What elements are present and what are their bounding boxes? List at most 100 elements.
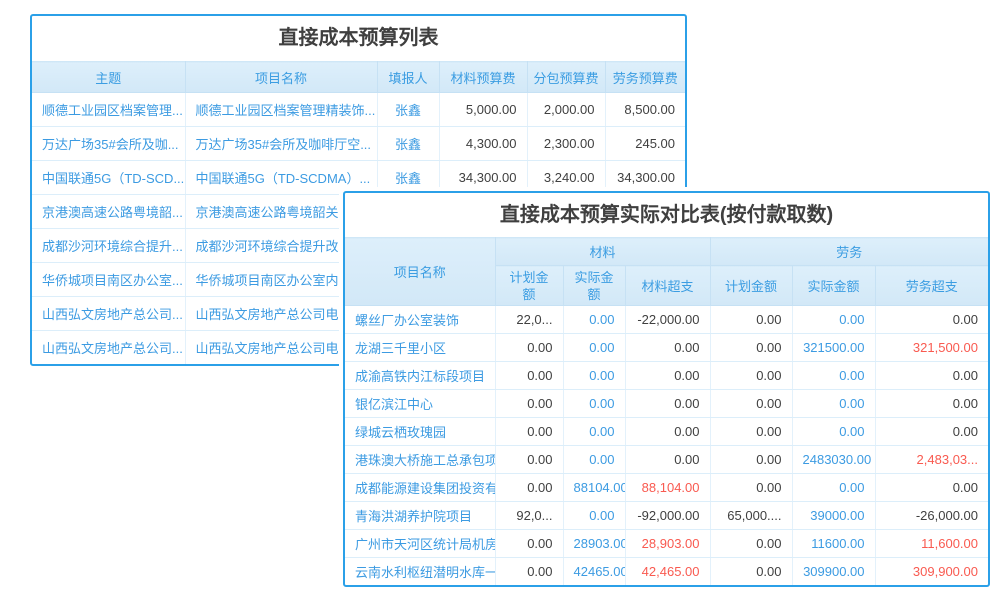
labor-actual-link[interactable]: 0.00 [792, 306, 875, 334]
material-plan-cell: 22,0... [495, 306, 563, 334]
group-header-labor: 劳务 [710, 238, 988, 266]
labor-over-cell: 309,900.00 [875, 558, 988, 586]
table-row: 广州市天河区统计局机房改造 0.00 28903.00 28,903.00 0.… [345, 530, 988, 558]
subject-link[interactable]: 华侨城项目南区办公室... [32, 263, 185, 297]
col-header-material-budget: 材料预算费 [439, 62, 527, 93]
table-row: 中国联通5G（TD-SCD... 中国联通5G（TD-SCDMA）... 张鑫 … [32, 161, 685, 195]
material-over-cell: -22,000.00 [625, 306, 710, 334]
labor-plan-cell: 65,000.... [710, 502, 792, 530]
labor-actual-link[interactable]: 0.00 [792, 474, 875, 502]
material-actual-link[interactable]: 0.00 [563, 418, 625, 446]
project-link[interactable]: 螺丝厂办公室装饰 [345, 306, 495, 334]
material-actual-link[interactable]: 42465.00 [563, 558, 625, 586]
table-row: 绿城云栖玫瑰园 0.00 0.00 0.00 0.00 0.00 0.00 [345, 418, 988, 446]
subject-link[interactable]: 山西弘文房地产总公司... [32, 331, 185, 365]
project-link[interactable]: 港珠澳大桥施工总承包项目 [345, 446, 495, 474]
labor-actual-link[interactable]: 309900.00 [792, 558, 875, 586]
labor-actual-link[interactable]: 321500.00 [792, 334, 875, 362]
col-header-material-actual: 实际金额 [563, 266, 625, 306]
budget-list-header-row: 主题 项目名称 填报人 材料预算费 分包预算费 劳务预算费 [32, 62, 685, 93]
material-actual-link[interactable]: 0.00 [563, 362, 625, 390]
labor-over-cell: 0.00 [875, 474, 988, 502]
material-plan-cell: 0.00 [495, 530, 563, 558]
material-over-cell: 28,903.00 [625, 530, 710, 558]
col-header-subject: 主题 [32, 62, 185, 93]
labor-over-cell: 0.00 [875, 362, 988, 390]
project-link[interactable]: 云南水利枢纽潜明水库一期工程 [345, 558, 495, 586]
material-actual-link[interactable]: 0.00 [563, 306, 625, 334]
labor-actual-link[interactable]: 2483030.00 [792, 446, 875, 474]
reporter-link[interactable]: 张鑫 [377, 93, 439, 127]
reporter-link[interactable]: 张鑫 [377, 161, 439, 195]
subcontract-budget-cell: 2,000.00 [527, 93, 605, 127]
col-header-labor-budget: 劳务预算费 [605, 62, 685, 93]
project-link[interactable]: 青海洪湖养护院项目 [345, 502, 495, 530]
material-over-cell: 42,465.00 [625, 558, 710, 586]
material-actual-link[interactable]: 28903.00 [563, 530, 625, 558]
material-over-cell: 0.00 [625, 390, 710, 418]
labor-over-cell: 2,483,03... [875, 446, 988, 474]
material-over-cell: 0.00 [625, 362, 710, 390]
table-row: 万达广场35#会所及咖... 万达广场35#会所及咖啡厅空... 张鑫 4,30… [32, 127, 685, 161]
material-plan-cell: 0.00 [495, 390, 563, 418]
project-link[interactable]: 银亿滨江中心 [345, 390, 495, 418]
labor-budget-cell: 245.00 [605, 127, 685, 161]
material-over-cell: 88,104.00 [625, 474, 710, 502]
material-budget-cell: 5,000.00 [439, 93, 527, 127]
material-actual-link[interactable]: 0.00 [563, 390, 625, 418]
budget-actual-compare-table: 项目名称 材料 劳务 计划金额 实际金额 材料超支 计划金额 实际金额 劳务超支… [345, 237, 988, 585]
labor-plan-cell: 0.00 [710, 446, 792, 474]
subject-link[interactable]: 万达广场35#会所及咖... [32, 127, 185, 161]
material-plan-cell: 0.00 [495, 362, 563, 390]
labor-over-cell: 0.00 [875, 418, 988, 446]
subject-link[interactable]: 京港澳高速公路粤境韶... [32, 195, 185, 229]
project-link[interactable]: 顺德工业园区档案管理精装饰... [185, 93, 377, 127]
project-link[interactable]: 广州市天河区统计局机房改造 [345, 530, 495, 558]
labor-actual-link[interactable]: 11600.00 [792, 530, 875, 558]
labor-plan-cell: 0.00 [710, 530, 792, 558]
material-actual-link[interactable]: 0.00 [563, 334, 625, 362]
project-link[interactable]: 成渝高铁内江标段项目 [345, 362, 495, 390]
labor-over-cell: 0.00 [875, 306, 988, 334]
subcontract-budget-cell: 3,240.00 [527, 161, 605, 195]
table-row: 云南水利枢纽潜明水库一期工程 0.00 42465.00 42,465.00 0… [345, 558, 988, 586]
labor-over-cell: 321,500.00 [875, 334, 988, 362]
material-plan-cell: 92,0... [495, 502, 563, 530]
group-header-row: 项目名称 材料 劳务 [345, 238, 988, 266]
labor-budget-cell: 8,500.00 [605, 93, 685, 127]
table-row: 青海洪湖养护院项目 92,0... 0.00 -92,000.00 65,000… [345, 502, 988, 530]
material-plan-cell: 0.00 [495, 334, 563, 362]
labor-plan-cell: 0.00 [710, 306, 792, 334]
col-header-material-plan: 计划金额 [495, 266, 563, 306]
subject-link[interactable]: 中国联通5G（TD-SCD... [32, 161, 185, 195]
labor-actual-link[interactable]: 0.00 [792, 390, 875, 418]
project-link[interactable]: 万达广场35#会所及咖啡厅空... [185, 127, 377, 161]
labor-actual-link[interactable]: 0.00 [792, 362, 875, 390]
labor-plan-cell: 0.00 [710, 474, 792, 502]
material-over-cell: 0.00 [625, 334, 710, 362]
labor-plan-cell: 0.00 [710, 334, 792, 362]
col-header-material-over: 材料超支 [625, 266, 710, 306]
material-plan-cell: 0.00 [495, 446, 563, 474]
project-link[interactable]: 中国联通5G（TD-SCDMA）... [185, 161, 377, 195]
material-actual-link[interactable]: 0.00 [563, 446, 625, 474]
reporter-link[interactable]: 张鑫 [377, 127, 439, 161]
table-row: 螺丝厂办公室装饰 22,0... 0.00 -22,000.00 0.00 0.… [345, 306, 988, 334]
labor-over-cell: 11,600.00 [875, 530, 988, 558]
material-actual-link[interactable]: 0.00 [563, 502, 625, 530]
subject-link[interactable]: 成都沙河环境综合提升... [32, 229, 185, 263]
subject-link[interactable]: 山西弘文房地产总公司... [32, 297, 185, 331]
project-link[interactable]: 成都能源建设集团投资有限公司 [345, 474, 495, 502]
material-actual-link[interactable]: 88104.00 [563, 474, 625, 502]
table-row: 顺德工业园区档案管理... 顺德工业园区档案管理精装饰... 张鑫 5,000.… [32, 93, 685, 127]
project-link[interactable]: 龙湖三千里小区 [345, 334, 495, 362]
material-plan-cell: 0.00 [495, 418, 563, 446]
material-plan-cell: 0.00 [495, 474, 563, 502]
subject-link[interactable]: 顺德工业园区档案管理... [32, 93, 185, 127]
labor-actual-link[interactable]: 39000.00 [792, 502, 875, 530]
project-link[interactable]: 绿城云栖玫瑰园 [345, 418, 495, 446]
budget-actual-compare-title: 直接成本预算实际对比表(按付款取数) [345, 193, 988, 237]
labor-actual-link[interactable]: 0.00 [792, 418, 875, 446]
labor-plan-cell: 0.00 [710, 390, 792, 418]
material-budget-cell: 4,300.00 [439, 127, 527, 161]
